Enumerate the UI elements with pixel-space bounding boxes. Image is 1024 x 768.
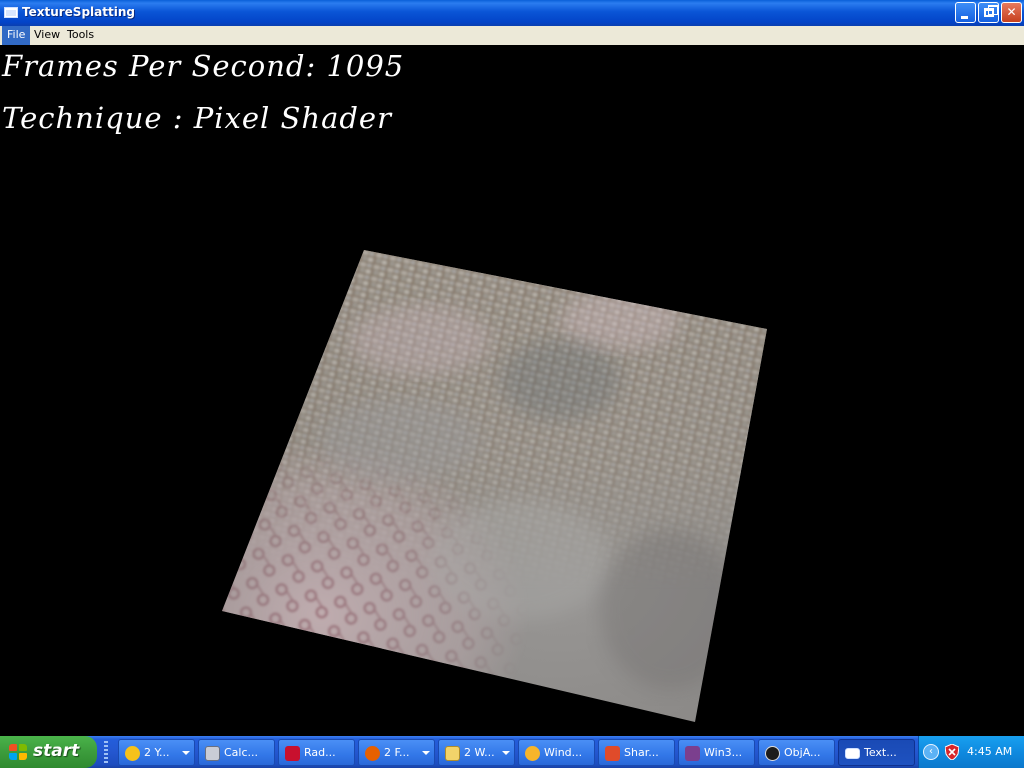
- folder-icon: [445, 746, 460, 761]
- media-player-icon: [525, 746, 540, 761]
- task-label: Text...: [864, 746, 897, 759]
- title-bar[interactable]: TextureSplatting ✕: [0, 0, 1024, 26]
- eye-icon: [765, 746, 780, 761]
- restore-icon: [984, 5, 998, 17]
- firefox-icon: [365, 746, 380, 761]
- task-button-objanalyzer[interactable]: ObjA...: [758, 739, 835, 766]
- task-button-win32-help[interactable]: Win3...: [678, 739, 755, 766]
- windows-logo-icon: [9, 744, 28, 761]
- quick-launch-grip[interactable]: [104, 741, 108, 763]
- task-label: Rad...: [304, 746, 336, 759]
- start-button[interactable]: start: [0, 736, 97, 768]
- technique-label: Technique : Pixel Shader: [2, 101, 392, 135]
- task-label: Win3...: [704, 746, 743, 759]
- show-hidden-icons-button[interactable]: ‹: [923, 744, 939, 760]
- task-button-messenger[interactable]: 2 Y...: [118, 739, 195, 766]
- restore-button[interactable]: [978, 2, 999, 23]
- task-button-texturesplatting[interactable]: Text...: [838, 739, 915, 766]
- fps-counter: Frames Per Second: 1095: [2, 49, 405, 83]
- task-label: Calc...: [224, 746, 259, 759]
- chevron-down-icon: [502, 751, 510, 755]
- minimize-icon: [961, 16, 968, 19]
- system-tray: ‹ 4:45 AM: [918, 736, 1024, 768]
- help-book-icon: [685, 746, 700, 761]
- calculator-icon: [205, 746, 220, 761]
- close-button[interactable]: ✕: [1001, 2, 1022, 23]
- task-button-sharpdevelop[interactable]: Shar...: [598, 739, 675, 766]
- window-title: TextureSplatting: [22, 5, 135, 19]
- security-shield-icon[interactable]: [945, 744, 959, 760]
- minimize-button[interactable]: [955, 2, 976, 23]
- chevron-down-icon: [422, 751, 430, 755]
- task-button-radeon[interactable]: Rad...: [278, 739, 355, 766]
- task-button-media-player[interactable]: Wind...: [518, 739, 595, 766]
- radeon-icon: [285, 746, 300, 761]
- render-viewport[interactable]: Frames Per Second: 1095 Technique : Pixe…: [0, 45, 1024, 735]
- window-icon: [845, 748, 860, 759]
- task-label: Wind...: [544, 746, 583, 759]
- task-button-firefox[interactable]: 2 F...: [358, 739, 435, 766]
- sharpdevelop-icon: [605, 746, 620, 761]
- task-label: ObjA...: [784, 746, 821, 759]
- task-label: 2 W...: [464, 746, 495, 759]
- task-label: 2 Y...: [144, 746, 170, 759]
- terrain-render: [222, 250, 767, 722]
- chevron-down-icon: [182, 751, 190, 755]
- menu-file[interactable]: File: [2, 26, 31, 45]
- task-button-explorer[interactable]: 2 W...: [438, 739, 515, 766]
- clock[interactable]: 4:45 AM: [967, 745, 1012, 758]
- menu-view[interactable]: View: [29, 26, 65, 45]
- app-window-icon: [4, 7, 18, 18]
- menu-tools[interactable]: Tools: [62, 26, 99, 45]
- menu-bar: File View Tools: [0, 26, 1024, 45]
- task-label: Shar...: [624, 746, 659, 759]
- start-label: start: [33, 741, 80, 761]
- messenger-icon: [125, 746, 140, 761]
- terrain-quad: [222, 250, 767, 722]
- taskbar: start 2 Y... Calc... Rad... 2 F... 2 W..…: [0, 736, 1024, 768]
- task-label: 2 F...: [384, 746, 410, 759]
- close-icon: ✕: [1006, 5, 1017, 19]
- task-button-calculator[interactable]: Calc...: [198, 739, 275, 766]
